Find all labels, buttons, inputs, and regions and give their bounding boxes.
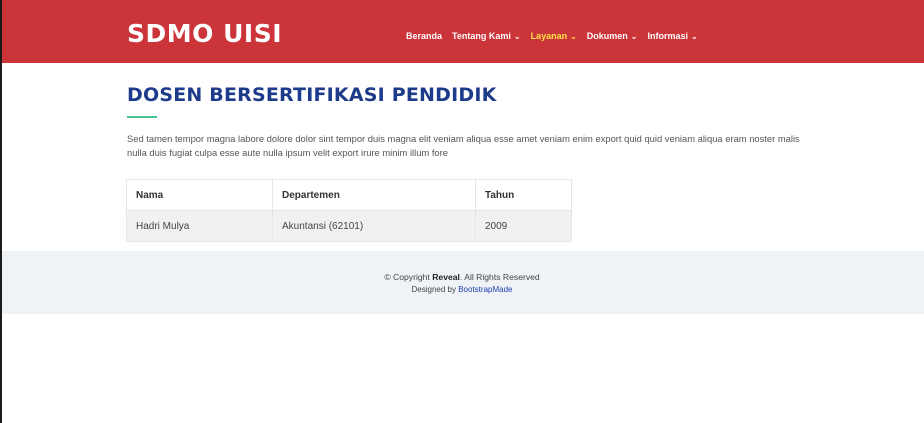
nav-item-label: Layanan [530, 31, 568, 41]
nav-item-label: Dokumen [586, 31, 628, 41]
col-header-tahun: Tahun [475, 179, 572, 211]
table-header-row: Nama Departemen Tahun [126, 179, 572, 211]
site-footer [2, 251, 924, 314]
site-header: SDMO UISI Beranda Tentang Kami ⌄ Layanan ⌄ Do… [2, 0, 924, 63]
designer-link[interactable]: BootstrapMade [458, 285, 512, 294]
nav-item-dokumen[interactable]: Dokumen ⌄ [587, 31, 638, 41]
copyright-brand: Reveal [432, 272, 460, 282]
cell-departemen: Akuntansi (62101) [272, 210, 476, 242]
chevron-down-icon: ⌄ [691, 31, 698, 41]
copyright-text: © Copyright Reveal. All Rights Reserved [0, 272, 924, 282]
nav-item-tentang-kami[interactable]: Tentang Kami ⌄ [452, 31, 521, 41]
cell-nama: Hadri Mulya [126, 210, 273, 242]
nav-item-layanan[interactable]: Layanan ⌄ [531, 31, 577, 41]
col-header-nama: Nama [126, 179, 273, 211]
chevron-down-icon: ⌄ [630, 31, 638, 41]
nav-item-beranda[interactable]: Beranda [406, 31, 442, 41]
copyright-suffix: . All Rights Reserved [459, 272, 540, 282]
chevron-down-icon: ⌄ [570, 31, 577, 41]
brand-logo[interactable]: SDMO UISI [127, 21, 282, 46]
copyright-prefix: © Copyright [384, 272, 433, 282]
page-description: Sed tamen tempor magna labore dolore dol… [127, 133, 800, 158]
nav-item-informasi[interactable]: Informasi ⌄ [648, 31, 698, 41]
page-title: DOSEN BERSERTIFIKASI PENDIDIK [127, 84, 497, 106]
main-nav: Beranda Tentang Kami ⌄ Layanan ⌄ Dokumen ⌄ Info… [406, 31, 698, 41]
nav-item-label: Tentang Kami [452, 31, 511, 41]
table-row: Hadri Mulya Akuntansi (62101) 2009 [126, 210, 572, 242]
designed-by-label: Designed by [411, 285, 459, 294]
chevron-down-icon: ⌄ [513, 31, 521, 41]
nav-item-label: Beranda [406, 31, 443, 41]
col-header-departemen: Departemen [272, 179, 476, 211]
cell-tahun: 2009 [475, 210, 572, 242]
title-underline [127, 116, 157, 118]
nav-item-label: Informasi [647, 31, 689, 41]
lecturer-table: Nama Departemen Tahun Hadri Mulya Akunta… [126, 179, 572, 242]
designer-credit: Designed by BootstrapMade [0, 285, 924, 294]
